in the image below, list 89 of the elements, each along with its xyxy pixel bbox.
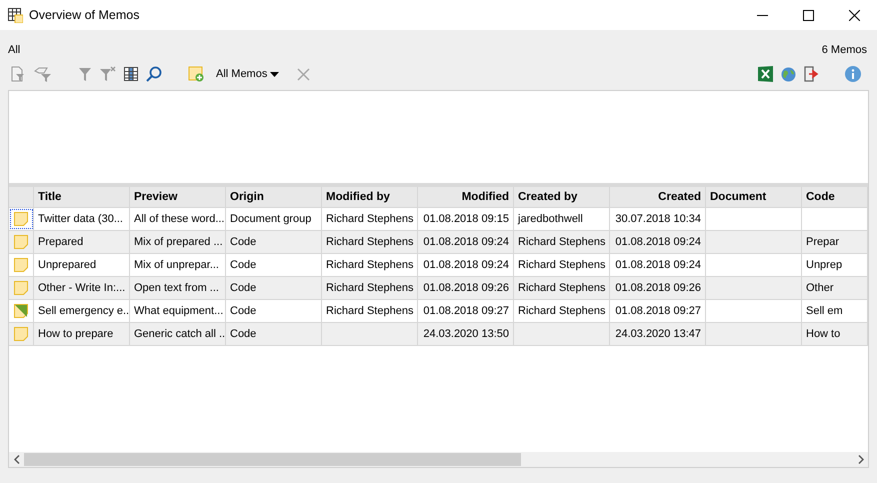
globe-icon [781, 66, 796, 82]
table-cell: Richard Stephens [518, 305, 606, 317]
table-cell: Other - Write In:... [38, 282, 126, 294]
memo-icon [14, 212, 28, 226]
table-columns-icon [124, 67, 138, 81]
table-cell: Richard Stephens [326, 236, 414, 248]
table-cell: All of these word... [134, 213, 224, 225]
table-cell: Open text from ... [134, 282, 219, 294]
table-cell: What equipment... [134, 305, 224, 317]
table-cell: Mix of prepared ... [134, 236, 223, 248]
table-cell: Richard Stephens [518, 282, 606, 294]
table-cell: How to prepare [38, 328, 114, 340]
table-cell: 01.08.2018 09:24 [423, 259, 509, 271]
search-icon [146, 66, 162, 82]
table-cell: Sell emergency e... [38, 305, 129, 317]
memo-icon [14, 281, 28, 295]
table-cell: 01.08.2018 09:26 [615, 282, 701, 294]
column-header[interactable]: Title [34, 187, 130, 207]
doc-filter-button[interactable] [10, 64, 26, 84]
table-cell: 01.08.2018 09:26 [423, 282, 509, 294]
window-title: Overview of Memos [29, 8, 140, 22]
column-header[interactable]: Modified by [322, 187, 418, 207]
table-cell: Code [230, 236, 256, 248]
table-cell: Richard Stephens [326, 213, 414, 225]
document-filter-icon [10, 66, 26, 82]
table-cell: How to [806, 328, 840, 340]
table-cell: Richard Stephens [326, 259, 414, 271]
table-cell: 24.03.2020 13:47 [615, 328, 701, 340]
table-cell: 01.08.2018 09:24 [615, 259, 701, 271]
table-cell: Richard Stephens [326, 305, 414, 317]
table-cell: 24.03.2020 13:50 [423, 328, 509, 340]
memo-filter-dropdown[interactable]: All Memos [216, 68, 280, 80]
table-icon [8, 8, 23, 22]
table-cell: Unprep [806, 259, 842, 271]
search-button[interactable] [146, 64, 162, 84]
table-cell: Sell em [806, 305, 843, 317]
table-cell: Code [230, 305, 256, 317]
table-cell: Generic catch all ... [134, 328, 225, 340]
table-cell: 01.08.2018 09:27 [615, 305, 701, 317]
excel-button[interactable] [758, 64, 773, 84]
filter-label: All [8, 44, 20, 56]
table-cell: Richard Stephens [518, 236, 606, 248]
table-cell: Other [806, 282, 834, 294]
info-icon [845, 66, 861, 82]
spreadsheet-icon [758, 66, 773, 82]
column-header[interactable]: Code [802, 187, 868, 207]
table-cell: Twitter data (30... [38, 213, 123, 225]
table-cell: Richard Stephens [518, 259, 606, 271]
column-header[interactable]: Preview [130, 187, 226, 207]
column-header[interactable]: Origin [226, 187, 322, 207]
filter-clear-button[interactable] [100, 64, 116, 84]
column-header[interactable]: Created by [514, 187, 610, 207]
table-cell: 01.08.2018 09:15 [423, 213, 509, 225]
tag-filter-icon [34, 66, 52, 82]
close-icon [848, 10, 860, 20]
column-header[interactable]: Document [706, 187, 802, 207]
memo-icon [14, 304, 28, 318]
table-cell: Document group [230, 213, 312, 225]
delete-icon [297, 68, 310, 80]
memo-icon [14, 327, 28, 341]
table-cell: 30.07.2018 10:34 [615, 213, 701, 225]
new-memo-icon [188, 66, 204, 82]
memo-icon [14, 235, 28, 249]
table-cell: 01.08.2018 09:24 [423, 236, 509, 248]
filter-icon [78, 66, 92, 82]
caret-icon [270, 72, 280, 76]
table-cell: Code [230, 328, 256, 340]
table-cell: 01.08.2018 09:24 [615, 236, 701, 248]
table-cell: Unprepared [38, 259, 96, 271]
minimize-icon [756, 14, 768, 16]
maximize-icon [802, 10, 814, 20]
column-header[interactable]: Created [610, 187, 706, 207]
clear-filter-icon [100, 66, 116, 82]
table-cell: Prepared [38, 236, 84, 248]
table-cell: 01.08.2018 09:27 [423, 305, 509, 317]
info-button[interactable] [845, 64, 861, 84]
memo-count: 6 Memos [822, 44, 867, 56]
memo-icon [14, 258, 28, 272]
export-button[interactable] [804, 64, 819, 84]
table-cell: jaredbothwell [518, 213, 583, 225]
table-cell: Mix of unprepar... [134, 259, 219, 271]
table-cell: Code [230, 259, 256, 271]
columns-button[interactable] [124, 64, 138, 84]
table-cell: Code [230, 282, 256, 294]
column-header[interactable]: Modified [418, 187, 514, 207]
table-cell: Richard Stephens [326, 282, 414, 294]
table-cell: Prepar [806, 236, 840, 248]
export-icon [804, 66, 819, 82]
new-memo-button[interactable] [188, 64, 204, 84]
